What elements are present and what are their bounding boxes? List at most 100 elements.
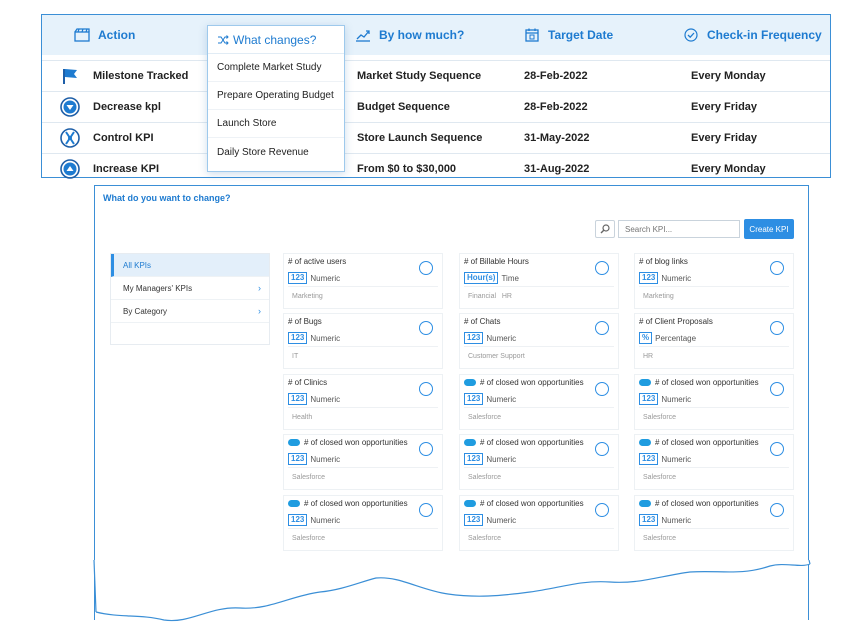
- kpi-card-title: # of Chats: [464, 317, 500, 326]
- header-target-date-label: Target Date: [548, 28, 614, 42]
- kpi-card-title-text: # of active users: [288, 257, 347, 266]
- kpi-card[interactable]: # of Clinics 123 Numeric Health: [283, 374, 443, 430]
- kpi-card[interactable]: # of closed won opportunities 123 Numeric S…: [634, 495, 794, 551]
- kpi-card[interactable]: # of Chats 123 Numeric Customer Support: [459, 313, 619, 369]
- dropdown-option[interactable]: Launch Store: [208, 110, 344, 138]
- divider: [464, 346, 614, 347]
- divider: [639, 467, 789, 468]
- kpi-card-type: 123 Numeric: [639, 272, 691, 284]
- kpi-select-radio[interactable]: [770, 382, 784, 396]
- kpi-card-title: # of Client Proposals: [639, 317, 713, 326]
- divider: [288, 407, 438, 408]
- table-row[interactable]: Increase KPI From $0 to $30,000 31-Aug-2…: [42, 153, 830, 183]
- table-header: Action By how much? Target Date Check-in…: [42, 15, 830, 55]
- kpi-card[interactable]: # of closed won opportunities 123 Numeric S…: [283, 434, 443, 490]
- search-button[interactable]: [595, 220, 615, 238]
- kpi-card-type: 123 Numeric: [464, 453, 516, 465]
- kpi-card[interactable]: # of closed won opportunities 123 Numeric S…: [459, 495, 619, 551]
- control-icon: [59, 127, 81, 149]
- table-row[interactable]: Milestone Tracked Market Study Sequence …: [42, 60, 830, 90]
- salesforce-cloud-icon: [464, 439, 476, 446]
- kpi-select-radio[interactable]: [419, 261, 433, 275]
- kpi-card[interactable]: # of Billable Hours Hour(s) Time Financial …: [459, 253, 619, 309]
- search-icon: [600, 224, 610, 234]
- divider: [464, 286, 614, 287]
- kpi-select-radio[interactable]: [595, 261, 609, 275]
- kpi-card[interactable]: # of blog links 123 Numeric Marketing: [634, 253, 794, 309]
- dropdown-header[interactable]: What changes?: [208, 26, 344, 54]
- kpi-select-radio[interactable]: [770, 442, 784, 456]
- dropdown-option[interactable]: Complete Market Study: [208, 54, 344, 82]
- kpi-select-radio[interactable]: [595, 442, 609, 456]
- kpi-card-title: # of Billable Hours: [464, 257, 529, 266]
- salesforce-cloud-icon: [464, 379, 476, 386]
- kpi-select-radio[interactable]: [595, 503, 609, 517]
- kpi-type-label: Numeric: [486, 394, 517, 404]
- kpi-type-badge: 123: [288, 272, 308, 284]
- kpi-select-radio[interactable]: [770, 503, 784, 517]
- kpi-select-radio[interactable]: [419, 442, 433, 456]
- kpi-type-label: Numeric: [486, 333, 517, 343]
- header-target-date: Target Date: [524, 15, 613, 55]
- row-target-date: 28-Feb-2022: [524, 101, 588, 113]
- kpi-type-label: Numeric: [486, 454, 517, 464]
- sidebar-item-all-kpis[interactable]: All KPIs: [111, 254, 269, 277]
- kpi-card-title-text: # of Billable Hours: [464, 257, 529, 266]
- table-row[interactable]: Decrease kpl Budget Sequence 28-Feb-2022…: [42, 91, 830, 121]
- kpi-card-tags: HR: [643, 353, 654, 360]
- kpi-type-badge: 123: [464, 393, 484, 405]
- row-action: Decrease kpl: [93, 101, 161, 113]
- kpi-type-label: Numeric: [661, 394, 692, 404]
- kpi-select-radio[interactable]: [595, 321, 609, 335]
- kpi-card[interactable]: # of closed won opportunities 123 Numeric S…: [283, 495, 443, 551]
- kpi-card-tags: Customer Support: [468, 353, 525, 360]
- kpi-select-radio[interactable]: [419, 382, 433, 396]
- kpi-card-tags: Salesforce: [643, 414, 677, 421]
- kpi-card-title: # of active users: [288, 257, 346, 266]
- row-target-date: 28-Feb-2022: [524, 70, 588, 82]
- kpi-select-radio[interactable]: [770, 321, 784, 335]
- kpi-card-title-text: # of closed won opportunities: [655, 378, 759, 387]
- dropdown-option[interactable]: Prepare Operating Budget: [208, 82, 344, 110]
- row-by-how-much: Market Study Sequence: [357, 70, 482, 82]
- sidebar-item-managers-kpis[interactable]: My Managers' KPIs ›: [111, 277, 269, 300]
- kpi-type-badge: 123: [288, 453, 308, 465]
- kpi-card[interactable]: # of closed won opportunities 123 Numeric S…: [634, 374, 794, 430]
- row-target-date: 31-May-2022: [524, 132, 590, 144]
- divider: [464, 407, 614, 408]
- kpi-type-badge: 123: [639, 272, 659, 284]
- kpi-card-title: # of Bugs: [288, 317, 322, 326]
- kpi-select-radio[interactable]: [595, 382, 609, 396]
- header-action-label: Action: [98, 28, 136, 42]
- table-row[interactable]: Control KPI Store Launch Sequence 31-May…: [42, 122, 830, 152]
- kpi-card[interactable]: # of closed won opportunities 123 Numeric S…: [634, 434, 794, 490]
- kpi-card-type: 123 Numeric: [639, 453, 691, 465]
- growth-chart-icon: [355, 27, 371, 43]
- kpi-card-type: 123 Numeric: [288, 332, 340, 344]
- header-checkin-label: Check-in Frequency: [707, 28, 822, 42]
- sidebar-item-label: My Managers' KPIs: [123, 283, 193, 293]
- search-input[interactable]: [618, 220, 740, 238]
- kpi-panel-title: What do you want to change?: [103, 193, 231, 203]
- kpi-card[interactable]: # of Client Proposals% Percentage HR: [634, 313, 794, 369]
- kpi-card[interactable]: # of active users 123 Numeric Marketing: [283, 253, 443, 309]
- kpi-card-type: 123 Numeric: [464, 332, 516, 344]
- divider: [639, 346, 789, 347]
- salesforce-cloud-icon: [639, 500, 651, 507]
- kpi-card[interactable]: # of closed won opportunities 123 Numeric S…: [459, 434, 619, 490]
- kpi-card-tags: Salesforce: [643, 474, 677, 481]
- kpi-select-radio[interactable]: [419, 503, 433, 517]
- kpi-card-title: # of blog links: [639, 257, 688, 266]
- kpi-type-label: Numeric: [310, 273, 341, 283]
- kpi-card[interactable]: # of closed won opportunities 123 Numeric S…: [459, 374, 619, 430]
- kpi-select-radio[interactable]: [770, 261, 784, 275]
- dropdown-option[interactable]: Daily Store Revenue: [208, 138, 344, 166]
- kpi-card-title: # of Clinics: [288, 378, 327, 387]
- kpi-select-radio[interactable]: [419, 321, 433, 335]
- salesforce-cloud-icon: [464, 500, 476, 507]
- create-kpi-button[interactable]: Create KPI: [744, 219, 794, 239]
- what-changes-dropdown[interactable]: What changes? Complete Market Study Prep…: [207, 25, 345, 172]
- kpi-card-tags: Marketing: [643, 293, 674, 300]
- sidebar-item-by-category[interactable]: By Category ›: [111, 300, 269, 323]
- kpi-card[interactable]: # of Bugs 123 Numeric IT: [283, 313, 443, 369]
